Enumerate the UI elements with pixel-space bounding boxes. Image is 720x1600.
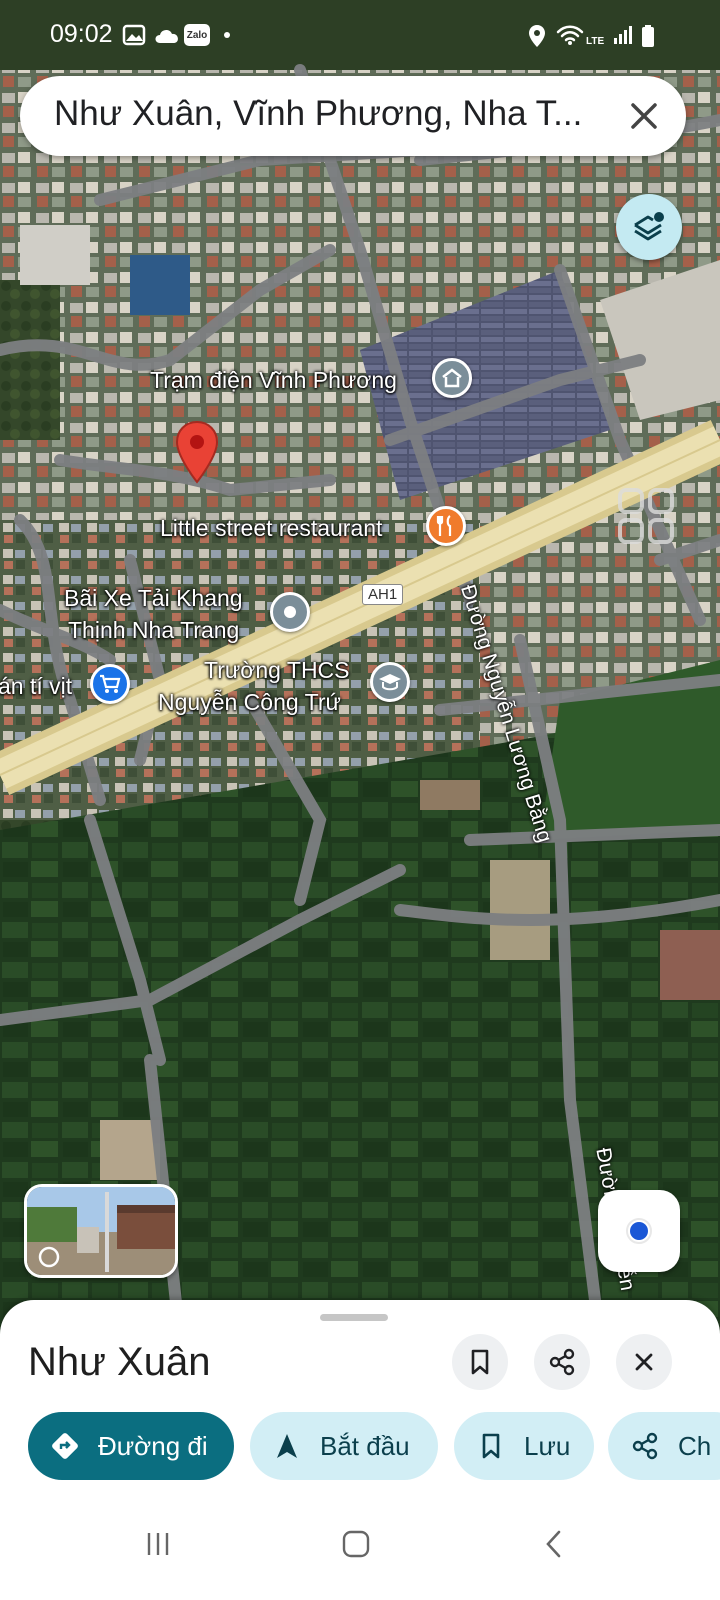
recent-apps-icon: [147, 1533, 169, 1555]
shopping-cart-icon[interactable]: [90, 664, 130, 704]
back-button[interactable]: [534, 1524, 574, 1564]
signal-icon: [614, 26, 632, 44]
road-shield-ah1: AH1: [362, 584, 404, 605]
my-location-icon: [626, 1218, 652, 1244]
wifi-icon: [556, 25, 584, 45]
street-view-thumbnail[interactable]: [24, 1184, 178, 1278]
place-title: Như Xuân: [28, 1340, 211, 1384]
bookmark-icon: [471, 1349, 489, 1375]
location-icon: [529, 25, 545, 47]
zalo-icon: Zalo: [184, 24, 210, 46]
layers-button[interactable]: [616, 194, 682, 260]
map-view[interactable]: Trạm điện Vĩnh Phương Little street rest…: [0, 0, 720, 1340]
directions-button[interactable]: Đường đi: [28, 1412, 234, 1480]
bookmark-icon: [476, 1431, 506, 1461]
search-input[interactable]: Như Xuân, Vĩnh Phương, Nha T...: [54, 94, 614, 134]
battery-icon: [642, 25, 654, 47]
poi-label-truck-park-line2[interactable]: Thịnh Nha Trang: [68, 616, 239, 645]
status-bar: 09:02 Zalo LTE: [0, 0, 720, 70]
poi-label-school-line2[interactable]: Nguyễn Công Trứ: [158, 688, 341, 717]
share-icon: [549, 1348, 575, 1376]
save-button[interactable]: Lưu: [454, 1412, 594, 1480]
bookmark-button[interactable]: [452, 1334, 508, 1390]
status-time: 09:02: [50, 20, 113, 48]
close-icon: [635, 1353, 653, 1371]
start-button[interactable]: Bắt đầu: [250, 1412, 438, 1480]
directions-label: Đường đi: [98, 1430, 208, 1461]
save-label: Lưu: [524, 1430, 571, 1461]
share-chip-button[interactable]: Ch: [608, 1412, 720, 1480]
share-button[interactable]: [534, 1334, 590, 1390]
close-sheet-button[interactable]: [616, 1334, 672, 1390]
poi-label-restaurant[interactable]: Little street restaurant: [160, 514, 382, 543]
share-icon: [630, 1431, 660, 1461]
my-location-button[interactable]: [598, 1190, 680, 1272]
poi-label-shop[interactable]: án tí vịt: [0, 672, 72, 701]
restaurant-icon[interactable]: [426, 506, 466, 546]
building-grid-icon: [618, 488, 674, 544]
location-pin-icon[interactable]: [174, 420, 220, 484]
directions-icon: [50, 1431, 80, 1461]
dot-icon: [224, 32, 230, 38]
start-label: Bắt đầu: [320, 1430, 410, 1461]
poi-label-substation[interactable]: Trạm điện Vĩnh Phương: [150, 366, 397, 395]
system-nav-bar: [0, 1500, 720, 1600]
navigation-arrow-icon: [272, 1431, 302, 1461]
home-icon: [342, 1530, 370, 1558]
close-icon[interactable]: [624, 96, 664, 136]
search-bar[interactable]: Như Xuân, Vĩnh Phương, Nha T...: [20, 76, 686, 156]
school-icon[interactable]: [370, 662, 410, 702]
poi-truck-park-icon[interactable]: [270, 592, 310, 632]
poi-substation-icon[interactable]: [432, 358, 472, 398]
share-label: Ch: [678, 1430, 712, 1461]
image-icon: [122, 24, 146, 46]
recent-apps-button[interactable]: [138, 1524, 178, 1564]
back-icon: [546, 1530, 561, 1558]
poi-label-school-line1[interactable]: Trường THCS: [204, 656, 350, 685]
layers-icon: [634, 212, 664, 241]
cloud-icon: [155, 29, 178, 43]
lte-icon: LTE: [586, 36, 605, 47]
home-button[interactable]: [336, 1524, 376, 1564]
poi-label-truck-park-line1[interactable]: Bãi Xe Tải Khang: [64, 584, 243, 613]
drag-handle[interactable]: [320, 1314, 388, 1321]
